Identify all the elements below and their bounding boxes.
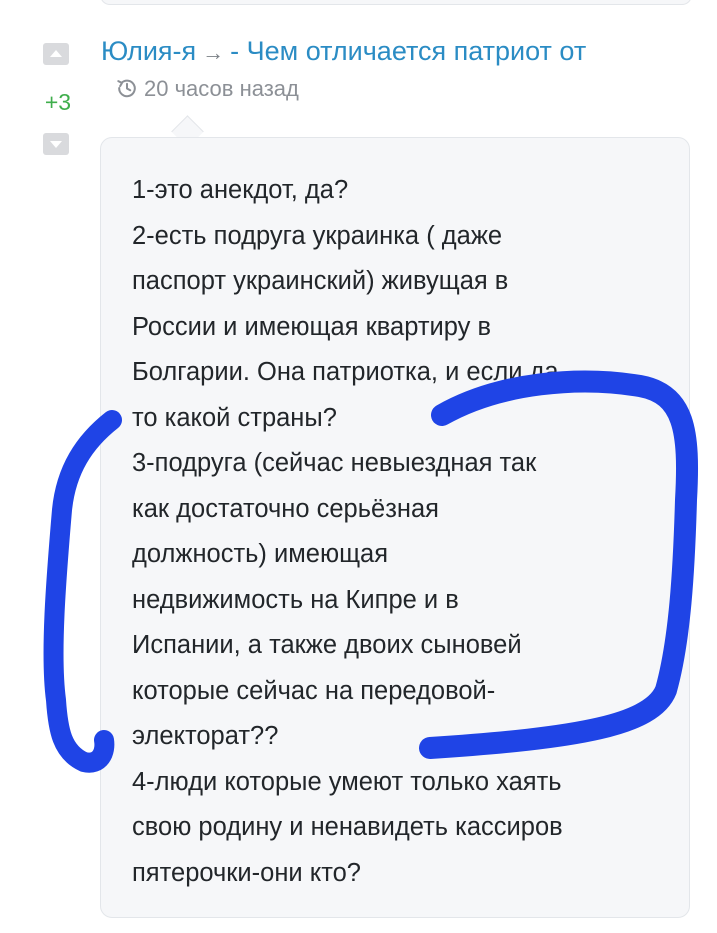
triangle-up-icon xyxy=(50,50,62,57)
comment-body-line: как достаточно серьёзная xyxy=(132,494,439,523)
comment-body: 1-это анекдот, да? 2-есть подруга украинк… xyxy=(132,168,672,896)
comment-body-line: 1-это анекдот, да? xyxy=(132,176,349,204)
comment-body-line: 2-есть подруга украинка ( даже xyxy=(132,221,503,250)
upvote-button[interactable] xyxy=(43,43,69,65)
reply-arrow: → xyxy=(202,40,225,65)
triangle-down-icon xyxy=(50,141,62,148)
downvote-button[interactable] xyxy=(43,133,69,155)
comment-body-line: должность) имеющая xyxy=(132,540,389,568)
comment-body-line: России и имеющая квартиру в xyxy=(132,312,492,341)
comment-card: 1-это анекдот, да? 2-есть подруга украинк… xyxy=(100,137,690,918)
comment-body-line: Болгарии. Она патриотка, и если да xyxy=(132,358,559,386)
comment-body-line: которые сейчас на передовой- xyxy=(132,676,496,705)
comment-body-line: то какой страны? xyxy=(132,403,337,432)
comment-body-line: электорат?? xyxy=(132,722,279,750)
comment-body-line: свою родину и ненавидеть кассиров xyxy=(132,813,563,841)
history-icon xyxy=(117,79,136,98)
comment-timestamp[interactable]: 20 часов назад xyxy=(116,76,299,102)
comment-body-line: 3-подруга (сейчас невыездная так xyxy=(132,449,537,477)
comment-score: +3 xyxy=(44,89,72,115)
author-link[interactable]: Юлия-я xyxy=(101,36,196,66)
comment-body-line: 4-люди которые умеют только хаять xyxy=(132,767,562,796)
thread-title-link[interactable]: - Чем отличается патриот от xyxy=(230,36,586,66)
comment-header: Юлия-я → - Чем отличается патриот от xyxy=(101,36,586,67)
time-ago-text: 20 часов назад xyxy=(144,76,299,101)
comment-body-line: недвижимость на Кипре и в xyxy=(132,585,459,614)
previous-comment-card xyxy=(100,0,692,5)
comment-body-line: Испании, а также двоих сыновей xyxy=(132,631,522,659)
comment-body-line: паспорт украинский) живущая в xyxy=(132,267,509,295)
comment-body-line: пятерочки-они кто? xyxy=(132,858,361,887)
